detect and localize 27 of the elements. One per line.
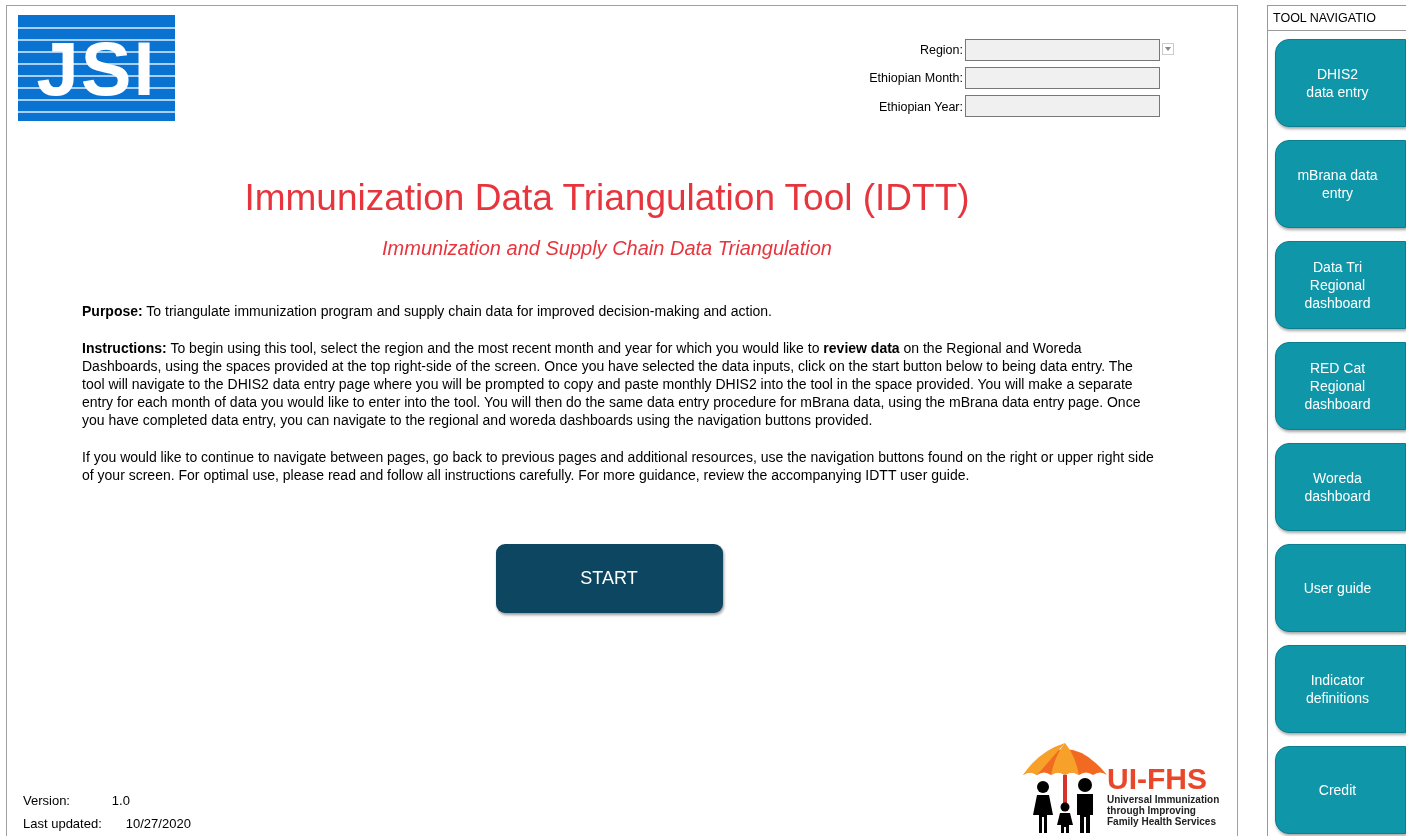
panel-header: TOOL NAVIGATIO: [1268, 6, 1406, 31]
partner-logo-tagline: Universal Immunization through Improving Family Health Services: [1107, 794, 1221, 827]
paragraph: If you would like to continue to navigate between pages, go back to previous pages and additional resources, use the navigation buttons found on the right or upper right side of your screen. For optimal use, please read and follow all instructions carefully. For more guidance, review the accompanying IDTT user guide.: [82, 448, 1155, 484]
nav-button[interactable]: Woreda dashboard: [1275, 443, 1406, 531]
input-field[interactable]: [965, 67, 1160, 89]
field-label: Region:: [918, 42, 964, 60]
paragraph: Instructions: To begin using this tool, select the region and the most recent month and year for which you would like to review data on the Regional and Woreda Dashboards, using the spaces provided at the top right-side of the screen. Once you have selected the data inputs, click on the start button below to being data entry. The tool will navigate to the DHIS2 data entry page where you will be prompted to copy and paste monthly DHIS2 into the tool in the space provided. You will make a separate entry for each month of data you would like to enter into the tool. You will then do the same data entry procedure for mBrana data, using the mBrana data entry page. Once you have completed data entry, you can navigate to the regional and woreda dashboards using the navigation buttons provided.: [82, 339, 1142, 429]
version-value: 1.0: [111, 793, 131, 808]
nav-button[interactable]: mBrana data entry: [1275, 140, 1406, 228]
last-updated-label: Last updated:: [23, 816, 102, 831]
version-label: Version:: [23, 793, 71, 808]
nav-button[interactable]: RED Cat Regional dashboard: [1275, 342, 1406, 430]
paragraph: Purpose: To triangulate immunization program and supply chain data for improved decision-making and action.: [82, 302, 773, 320]
nav-button[interactable]: Credit: [1275, 746, 1406, 834]
dropdown-field[interactable]: [965, 38, 1160, 61]
nav-button[interactable]: DHIS2 data entry: [1275, 39, 1406, 127]
nav-button[interactable]: Data Tri Regional dashboard: [1275, 241, 1406, 329]
field-label: Ethiopian Month:: [869, 70, 964, 88]
start-button[interactable]: START: [495, 544, 723, 613]
input-field[interactable]: [965, 95, 1160, 118]
page-subtitle: Immunization and Supply Chain Data Triangulation: [381, 237, 833, 260]
nav-button[interactable]: Indicator definitions: [1275, 645, 1406, 733]
last-updated-value: 10/27/2020: [124, 816, 191, 831]
nav-button[interactable]: User guide: [1275, 544, 1406, 632]
partner-logo-name: UI-FHS: [1107, 764, 1208, 794]
page-title: Immunization Data Triangulation Tool (IDTT): [243, 177, 971, 219]
field-label: Ethiopian Year:: [877, 98, 964, 116]
